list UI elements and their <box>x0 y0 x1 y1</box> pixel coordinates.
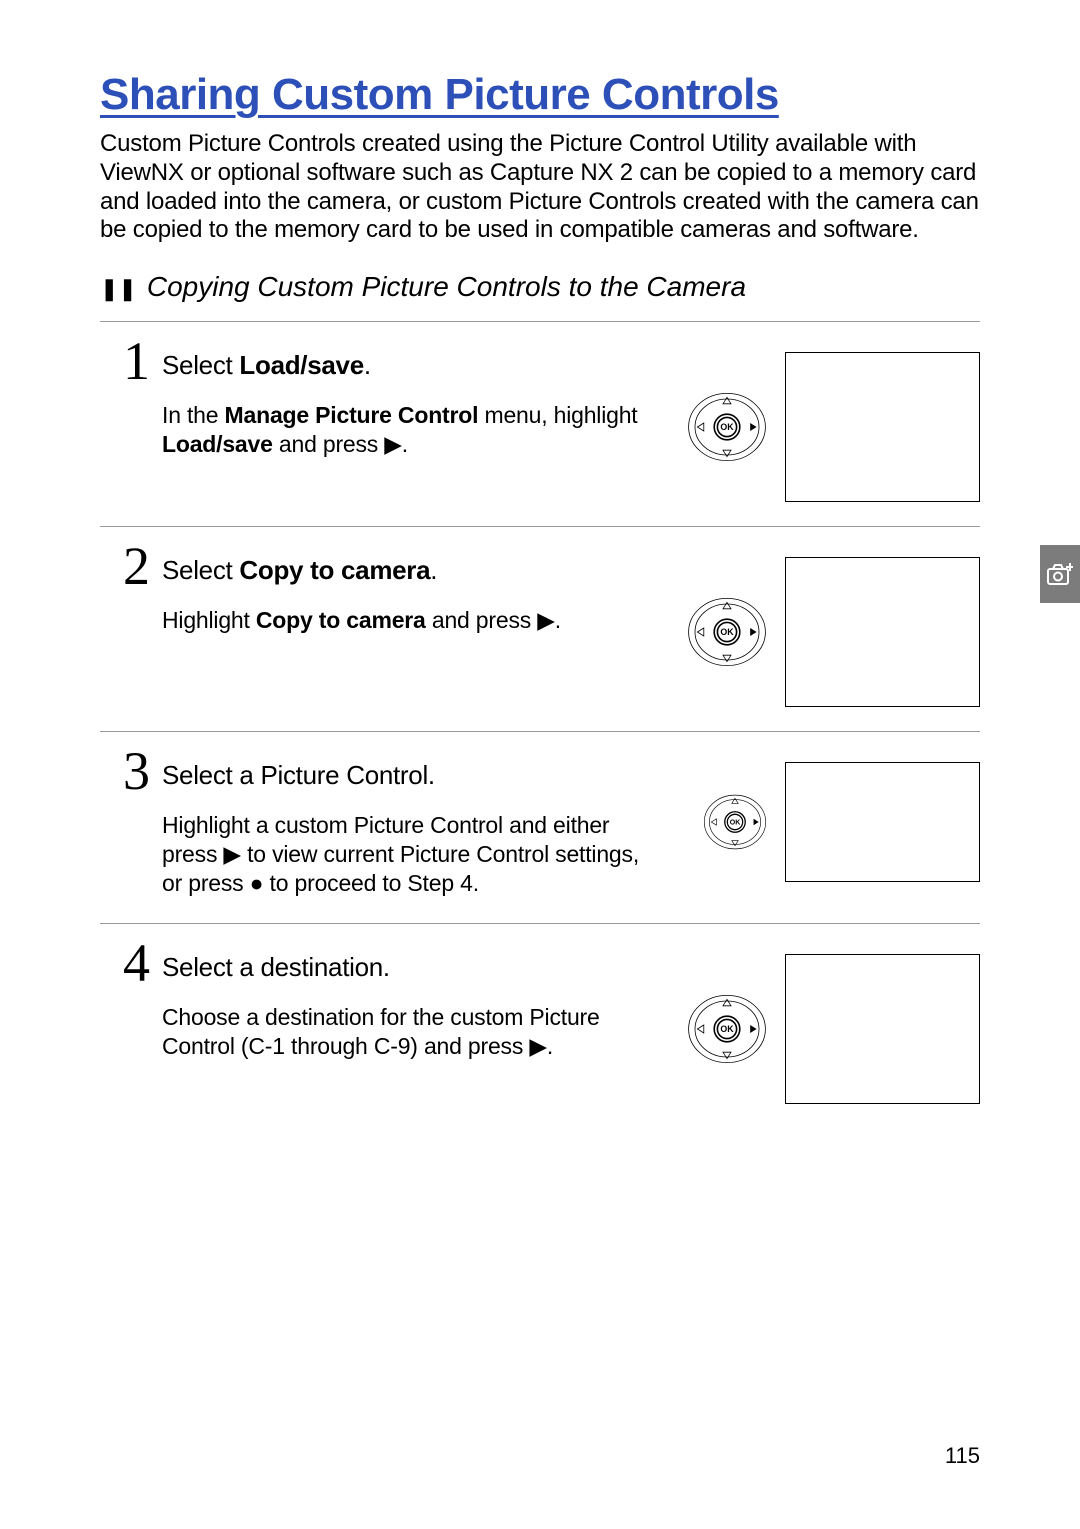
steps-list: 1 Select Load/save. In the Manage Pictur… <box>100 321 980 1128</box>
step-body: Select Load/save. In the Manage Picture … <box>162 322 687 485</box>
step: 1 Select Load/save. In the Manage Pictur… <box>100 322 980 526</box>
lcd-screenshot-placeholder <box>785 352 980 502</box>
svg-text:OK: OK <box>720 422 734 432</box>
step-description: Highlight a custom Picture Control and e… <box>162 811 642 897</box>
section-bullet-icon: ❚❚ <box>100 276 137 302</box>
lcd-screenshot-placeholder <box>785 954 980 1104</box>
step-body: Select Copy to camera. Highlight Copy to… <box>162 527 687 661</box>
step-title: Select a destination. <box>162 952 687 983</box>
step-figures: OK <box>687 924 980 1128</box>
step-title: Select Copy to camera. <box>162 555 687 586</box>
svg-text:OK: OK <box>730 820 741 827</box>
step-body: Select a destination. Choose a destinati… <box>162 924 687 1087</box>
step-title: Select Load/save. <box>162 350 687 381</box>
edge-tab <box>1040 545 1080 603</box>
multi-selector-icon: OK <box>687 989 767 1069</box>
step-number: 4 <box>100 936 150 990</box>
step: 4 Select a destination. Choose a destina… <box>100 923 980 1128</box>
multi-selector-icon: OK <box>687 592 767 672</box>
lcd-screenshot-placeholder <box>785 762 980 882</box>
page-title: Sharing Custom Picture Controls <box>100 70 980 120</box>
step-figures: OK <box>687 322 980 526</box>
camera-plus-icon <box>1047 562 1073 586</box>
multi-selector-icon: OK <box>687 387 767 467</box>
step-description: Choose a destination for the custom Pict… <box>162 1003 642 1061</box>
step-number: 2 <box>100 539 150 593</box>
step-figures: OK <box>703 732 980 906</box>
step-number: 1 <box>100 334 150 388</box>
svg-text:OK: OK <box>720 627 734 637</box>
step: 3 Select a Picture Control. Highlight a … <box>100 731 980 923</box>
step-figures: OK <box>687 527 980 731</box>
section-heading: ❚❚ Copying Custom Picture Controls to th… <box>100 271 980 303</box>
step: 2 Select Copy to camera. Highlight Copy … <box>100 526 980 731</box>
step-description: In the Manage Picture Control menu, high… <box>162 401 642 459</box>
multi-selector-icon: OK <box>703 790 767 854</box>
step-title: Select a Picture Control. <box>162 760 703 791</box>
section-heading-text: Copying Custom Picture Controls to the C… <box>147 271 746 303</box>
intro-paragraph: Custom Picture Controls created using th… <box>100 130 980 245</box>
manual-page: Sharing Custom Picture Controls Custom P… <box>0 0 1080 1529</box>
page-number: 115 <box>945 1443 980 1469</box>
step-number: 3 <box>100 744 150 798</box>
step-body: Select a Picture Control. Highlight a cu… <box>162 732 703 923</box>
lcd-screenshot-placeholder <box>785 557 980 707</box>
svg-text:OK: OK <box>720 1025 734 1035</box>
step-description: Highlight Copy to camera and press ▶. <box>162 606 642 635</box>
